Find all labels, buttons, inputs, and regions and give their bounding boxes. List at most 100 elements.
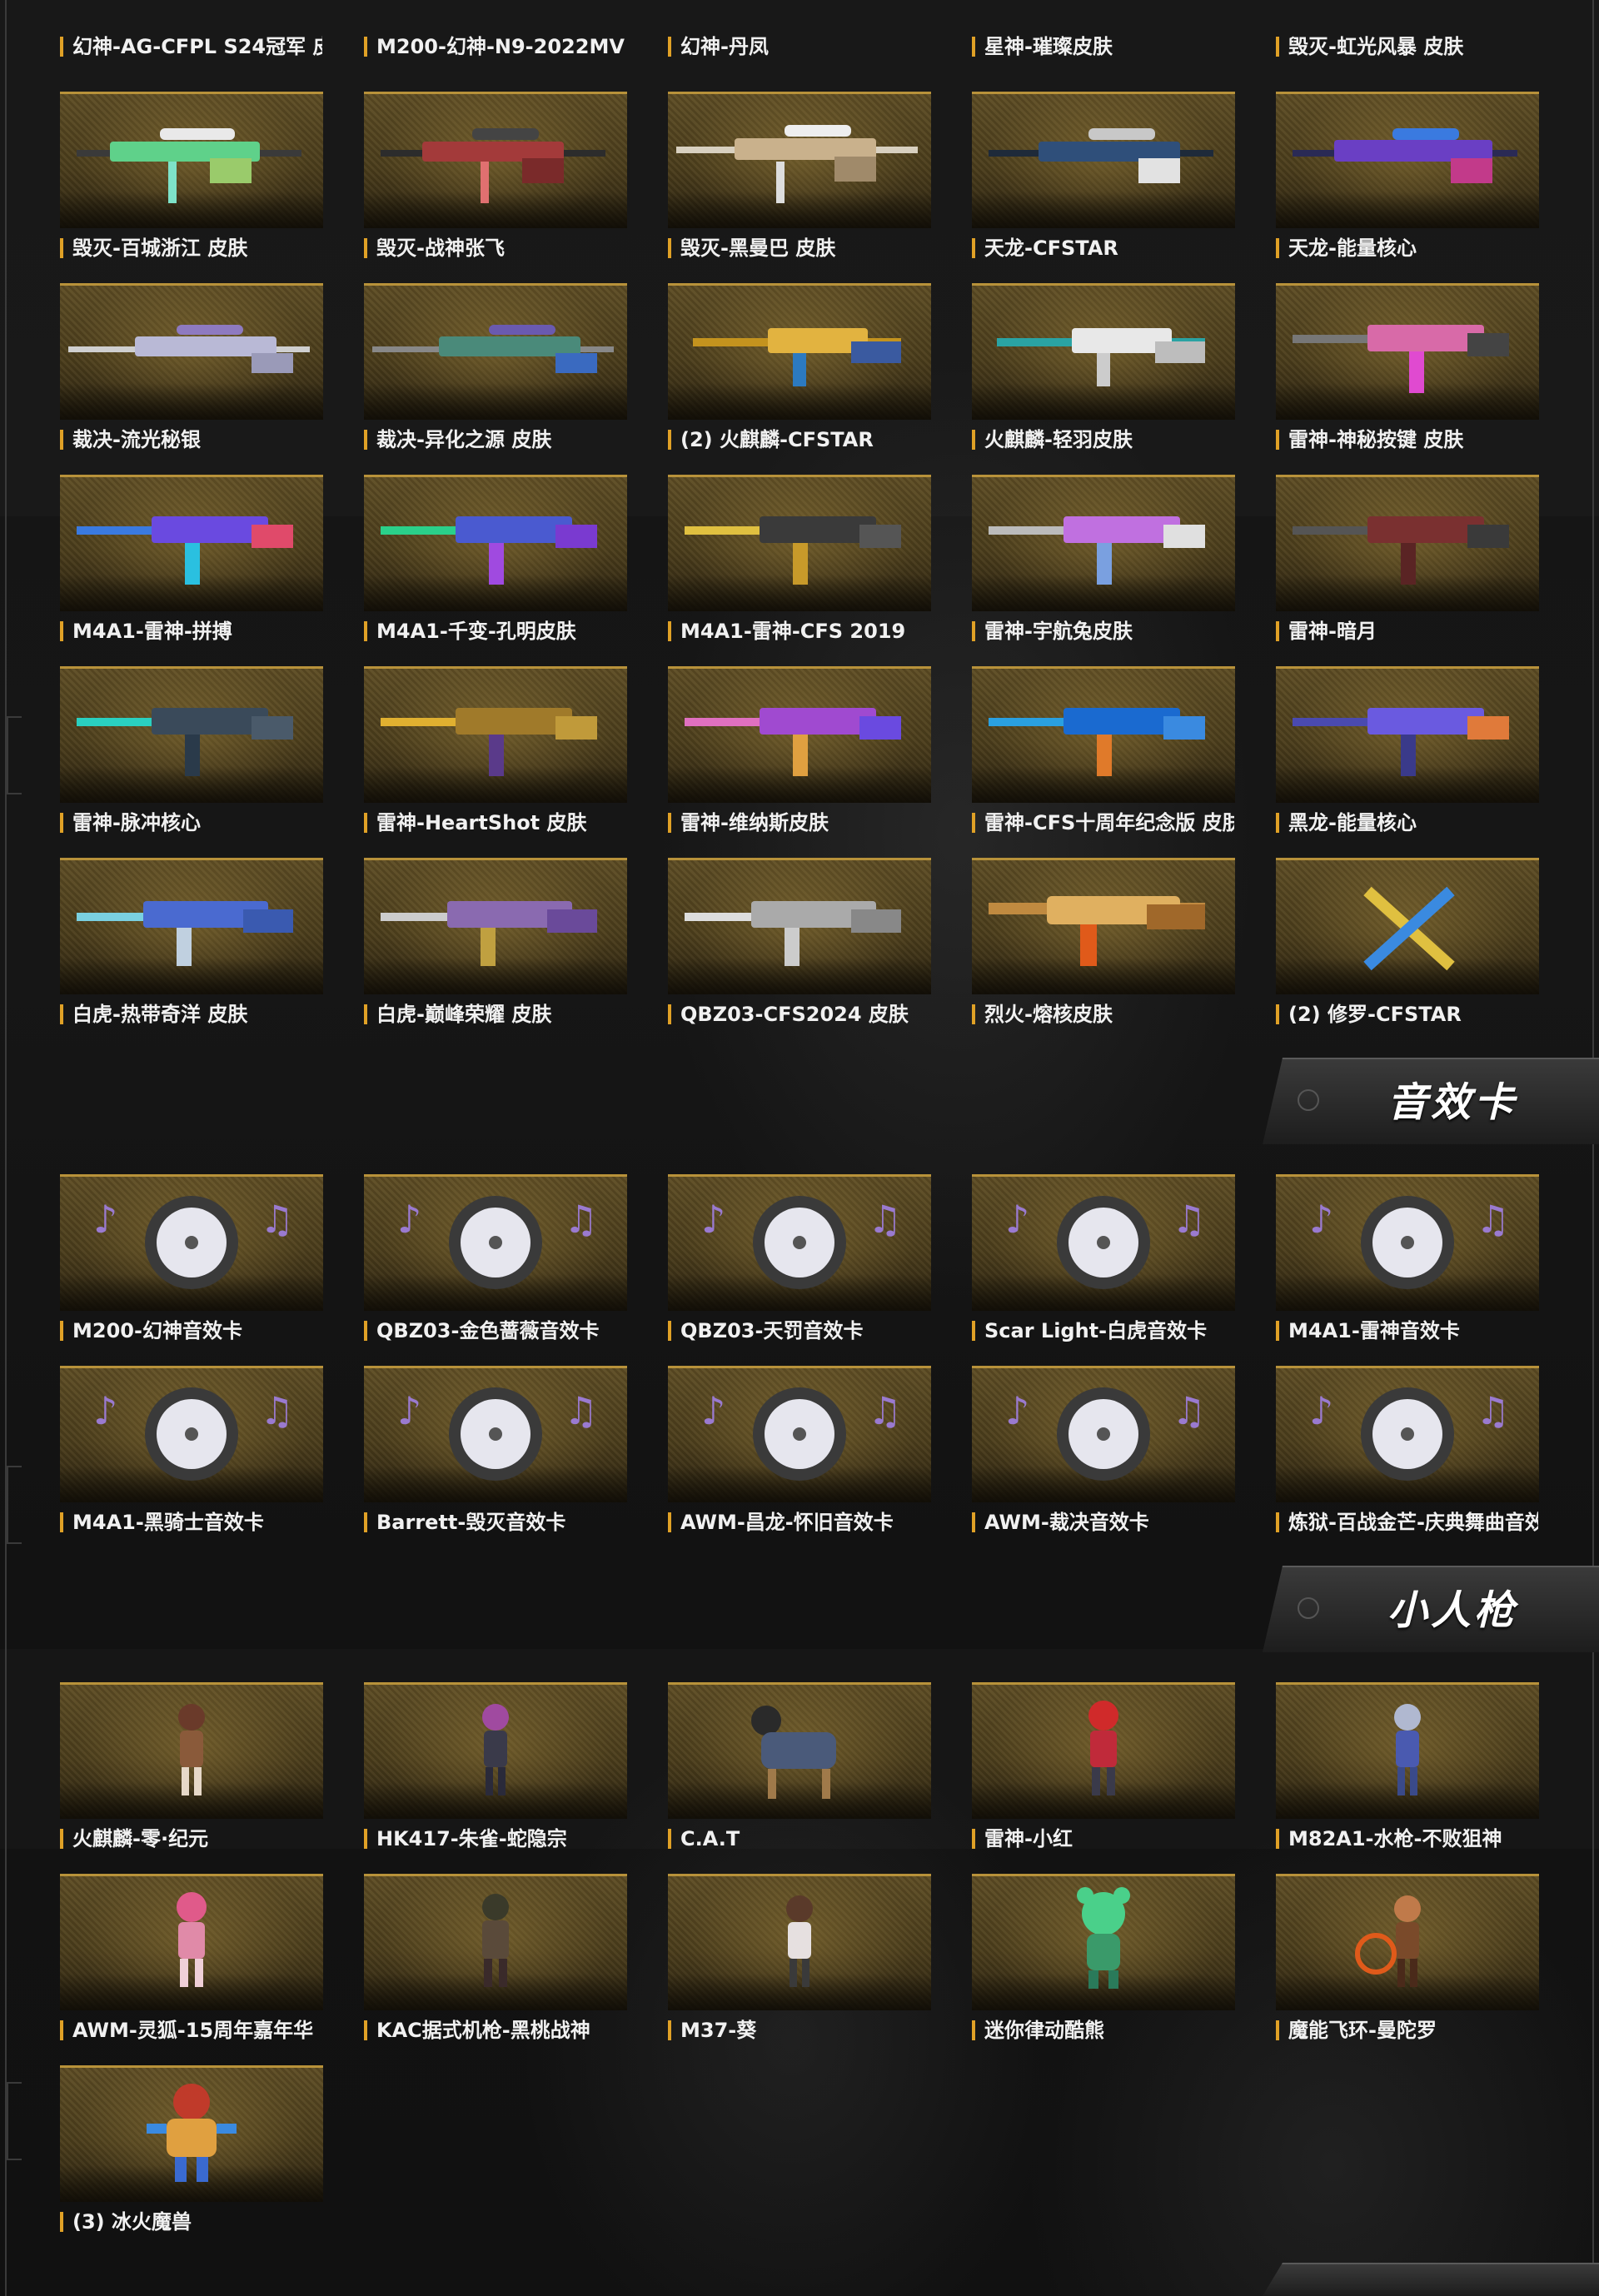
- item-card[interactable]: 魔能飞环-曼陀罗: [1276, 1874, 1539, 2052]
- item-label: (3) 冰火魔兽: [72, 2210, 192, 2234]
- item-label: 黑龙-能量核心: [1288, 811, 1417, 834]
- item-card[interactable]: 火麒麟-轻羽皮肤: [972, 283, 1235, 461]
- item-card[interactable]: 雷神-维纳斯皮肤: [668, 666, 931, 844]
- label-marker: [60, 430, 63, 450]
- label-marker: [1276, 1321, 1279, 1341]
- svg-text:♪: ♪: [397, 1197, 421, 1242]
- item-card[interactable]: 雷神-脉冲核心: [60, 666, 323, 844]
- item-card[interactable]: M4A1-雷神-CFS 2019: [668, 475, 931, 653]
- item-card[interactable]: ♪ ♫ QBZ03-金色蔷薇音效卡: [364, 1174, 627, 1352]
- item-card[interactable]: 黑龙-能量核心: [1276, 666, 1539, 844]
- item-card[interactable]: ♪ ♫ M4A1-雷神音效卡: [1276, 1174, 1539, 1352]
- item-card[interactable]: 雷神-小红: [972, 1682, 1235, 1860]
- label-marker: [1276, 621, 1279, 641]
- label-marker: [364, 37, 367, 57]
- item-card[interactable]: AWM-灵狐-15周年嘉年华: [60, 1874, 323, 2052]
- svg-text:♫: ♫: [1476, 1197, 1510, 1242]
- svg-text:♪: ♪: [701, 1197, 725, 1242]
- item-card[interactable]: 雷神-HeartShot 皮肤: [364, 666, 627, 844]
- item-card[interactable]: 雷神-CFS十周年纪念版 皮肤: [972, 666, 1235, 844]
- item-label: 雷神-暗月: [1288, 620, 1377, 643]
- item-card[interactable]: ♪ ♫ M200-幻神音效卡: [60, 1174, 323, 1352]
- item-card[interactable]: M82A1-水枪-不败狙神: [1276, 1682, 1539, 1860]
- item-card[interactable]: 毁灭-百城浙江 皮肤: [60, 92, 323, 270]
- item-card[interactable]: M37-葵: [668, 1874, 931, 2052]
- assault-rifle-icon: [685, 708, 901, 776]
- figure-icon: [1088, 1701, 1118, 1795]
- item-card[interactable]: 幻神-丹凤: [668, 0, 931, 58]
- item-label: 迷你律动酷熊: [984, 2019, 1104, 2042]
- item-card[interactable]: ♪ ♫ AWM-裁决音效卡: [972, 1366, 1235, 1544]
- item-card[interactable]: ♪ ♫ AWM-昌龙-怀旧音效卡: [668, 1366, 931, 1544]
- item-card[interactable]: M200-幻神-N9-2022MVP: [364, 0, 627, 58]
- label-marker: [972, 813, 975, 833]
- item-card[interactable]: QBZ03-CFS2024 皮肤: [668, 858, 931, 1036]
- cd-disc-icon: ♪ ♫: [397, 1387, 598, 1481]
- label-marker: [364, 813, 367, 833]
- item-card[interactable]: ♪ ♫ 炼狱-百战金芒-庆典舞曲音效卡: [1276, 1366, 1539, 1544]
- item-card[interactable]: ♪ ♫ Barrett-毁灭音效卡: [364, 1366, 627, 1544]
- label-marker: [972, 2020, 975, 2040]
- label-marker: [364, 1321, 367, 1341]
- svg-text:♪: ♪: [93, 1388, 117, 1433]
- item-card[interactable]: 裁决-异化之源 皮肤: [364, 283, 627, 461]
- item-label: AWM-灵狐-15周年嘉年华: [72, 2019, 314, 2042]
- label-marker: [972, 430, 975, 450]
- sniper-rifle-icon: [77, 128, 301, 203]
- assault-rifle-icon: [997, 328, 1205, 386]
- item-card[interactable]: 天龙-CFSTAR: [972, 92, 1235, 270]
- item-card[interactable]: 毁灭-虹光风暴 皮肤: [1276, 0, 1539, 58]
- item-label: 雷神-CFS十周年纪念版 皮肤: [984, 811, 1234, 834]
- label-marker: [972, 1321, 975, 1341]
- item-label: Barrett-毁灭音效卡: [376, 1511, 566, 1534]
- figure-icon: [482, 1704, 509, 1795]
- assault-rifle-icon: [77, 901, 293, 966]
- item-card[interactable]: 雷神-暗月: [1276, 475, 1539, 653]
- label-marker: [364, 430, 367, 450]
- item-card[interactable]: 幻神-AG-CFPL S24冠军 皮肤: [60, 0, 323, 58]
- item-card[interactable]: 裁决-流光秘银: [60, 283, 323, 461]
- item-card[interactable]: (3) 冰火魔兽: [60, 2065, 323, 2244]
- sniper-rifle-icon: [381, 128, 605, 203]
- item-card[interactable]: (2) 火麒麟-CFSTAR: [668, 283, 931, 461]
- cd-disc-icon: ♪ ♫: [701, 1387, 902, 1481]
- crossed-blades-icon: [1363, 886, 1455, 971]
- item-card[interactable]: 迷你律动酷熊: [972, 1874, 1235, 2052]
- label-marker: [1276, 430, 1279, 450]
- item-card[interactable]: 雷神-神秘按键 皮肤: [1276, 283, 1539, 461]
- svg-text:♪: ♪: [1005, 1388, 1029, 1433]
- item-card[interactable]: ♪ ♫ Scar Light-白虎音效卡: [972, 1174, 1235, 1352]
- item-card[interactable]: ♪ ♫ QBZ03-天罚音效卡: [668, 1174, 931, 1352]
- svg-text:♫: ♫: [564, 1197, 598, 1242]
- label-marker: [364, 2020, 367, 2040]
- emblem-icon: [1298, 1597, 1319, 1619]
- item-card[interactable]: 雷神-宇航兔皮肤: [972, 475, 1235, 653]
- assault-rifle-icon: [77, 516, 293, 585]
- item-card[interactable]: 白虎-巅峰荣耀 皮肤: [364, 858, 627, 1036]
- item-card[interactable]: HK417-朱雀-蛇隐宗: [364, 1682, 627, 1860]
- item-card[interactable]: 白虎-热带奇洋 皮肤: [60, 858, 323, 1036]
- assault-rifle-icon: [989, 896, 1205, 966]
- item-card[interactable]: M4A1-雷神-拼搏: [60, 475, 323, 653]
- item-card[interactable]: ♪ ♫ M4A1-黑骑士音效卡: [60, 1366, 323, 1544]
- item-label: M4A1-雷神-CFS 2019: [680, 620, 906, 643]
- label-marker: [1276, 1512, 1279, 1532]
- item-card[interactable]: 毁灭-战神张飞: [364, 92, 627, 270]
- item-label: 幻神-AG-CFPL S24冠军 皮肤: [72, 35, 322, 58]
- cd-disc-icon: ♪ ♫: [1309, 1387, 1510, 1481]
- item-card[interactable]: 火麒麟-零·纪元: [60, 1682, 323, 1860]
- item-label: 白虎-巅峰荣耀 皮肤: [376, 1003, 552, 1026]
- item-label: M4A1-雷神-拼搏: [72, 620, 232, 643]
- assault-rifle-icon: [989, 708, 1205, 776]
- item-card[interactable]: (2) 修罗-CFSTAR: [1276, 858, 1539, 1036]
- item-card[interactable]: 星神-璀璨皮肤: [972, 0, 1235, 58]
- item-card[interactable]: M4A1-千变-孔明皮肤: [364, 475, 627, 653]
- figure-icon: [1394, 1704, 1421, 1795]
- item-card[interactable]: 烈火-熔核皮肤: [972, 858, 1235, 1036]
- item-card[interactable]: KAC据式机枪-黑桃战神: [364, 1874, 627, 2052]
- item-card[interactable]: 毁灭-黑曼巴 皮肤: [668, 92, 931, 270]
- item-card[interactable]: C.A.T: [668, 1682, 931, 1860]
- item-label: M4A1-黑骑士音效卡: [72, 1511, 264, 1534]
- label-marker: [668, 37, 671, 57]
- item-card[interactable]: 天龙-能量核心: [1276, 92, 1539, 270]
